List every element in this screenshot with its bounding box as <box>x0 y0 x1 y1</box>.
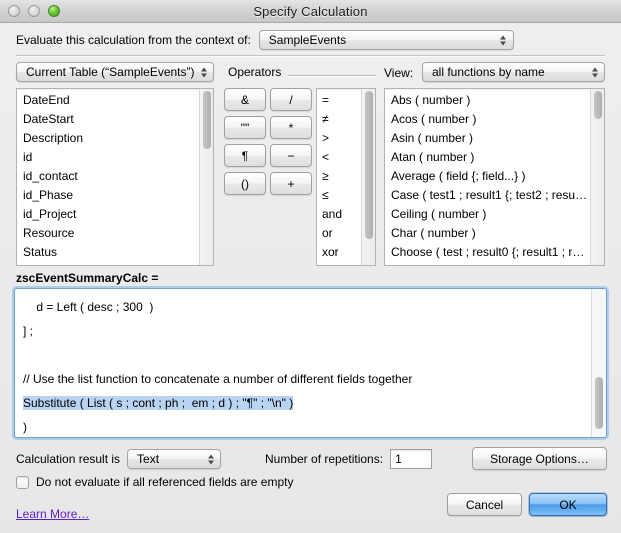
functions-list[interactable]: Abs ( number ) Acos ( number ) Asin ( numb… <box>384 88 605 266</box>
formula-editor[interactable]: d = Left ( desc ; 300 )] ; // Use the lis… <box>14 288 607 438</box>
formula-line[interactable]: // Use the list function to concatenate … <box>23 367 583 391</box>
field-list-item[interactable]: id_contact <box>17 167 213 186</box>
functions-scrollbar-thumb[interactable] <box>594 91 602 119</box>
field-list-item[interactable]: id <box>17 148 213 167</box>
context-label: Evaluate this calculation from the conte… <box>16 33 251 47</box>
calculation-result-select[interactable]: Text <box>127 449 222 469</box>
field-list-item[interactable]: id_Phase <box>17 186 213 205</box>
field-list-item[interactable]: Status <box>17 243 213 262</box>
function-list-item[interactable]: Asin ( number ) <box>385 129 604 148</box>
fields-column: Current Table (“SampleEvents”) <box>16 62 214 82</box>
formula-line[interactable]: d = Left ( desc ; 300 ) <box>23 295 583 319</box>
window-title: Specify Calculation <box>253 3 368 19</box>
learn-more-link[interactable]: Learn More… <box>16 507 89 521</box>
functions-scrollbar[interactable] <box>590 89 604 265</box>
field-list-item[interactable]: DateStart <box>17 110 213 129</box>
repetitions-row: Number of repetitions: <box>265 448 433 470</box>
specify-calculation-dialog: Specify Calculation Evaluate this calcul… <box>0 0 621 533</box>
formula-line[interactable]: ) <box>23 415 583 437</box>
formula-selected-text[interactable]: Substitute ( List ( s ; cont ; ph ; em ;… <box>23 396 294 410</box>
formula-scrollbar-thumb[interactable] <box>595 377 603 429</box>
operator-button[interactable]: * <box>270 116 312 139</box>
function-list-item[interactable]: Choose ( test ; result0 {; result1 ; r… <box>385 243 604 262</box>
operator-button[interactable]: "" <box>224 116 266 139</box>
do-not-evaluate-checkbox[interactable] <box>16 475 29 489</box>
formula-line[interactable]: ] ; <box>23 319 583 343</box>
formula-scrollbar[interactable] <box>591 289 606 437</box>
function-list-item[interactable]: Char ( number ) <box>385 224 604 243</box>
pickers-region: Current Table (“SampleEvents”) DateEnd Da… <box>0 62 621 267</box>
field-list-item[interactable]: Description <box>17 129 213 148</box>
chevron-updown-icon <box>200 66 207 79</box>
operators-rule <box>288 75 376 76</box>
title-bar: Specify Calculation <box>0 0 621 23</box>
operators-scrollbar[interactable] <box>361 89 375 265</box>
field-list-item[interactable]: Resource <box>17 224 213 243</box>
zoom-button[interactable] <box>48 5 60 17</box>
do-not-evaluate-row[interactable]: Do not evaluate if all referenced fields… <box>16 475 293 489</box>
function-list-item[interactable]: Average ( field {; field...} ) <box>385 167 604 186</box>
fields-list[interactable]: DateEnd DateStart Description id id_contact i… <box>16 88 214 266</box>
field-source-value: Current Table (“SampleEvents”) <box>26 65 195 79</box>
operators-list[interactable]: =≠><≥≤andorxornot <box>316 88 376 266</box>
close-button[interactable] <box>8 5 20 17</box>
chevron-updown-icon <box>500 34 507 47</box>
field-source-select[interactable]: Current Table (“SampleEvents”) <box>16 62 214 82</box>
function-list-item[interactable]: Case ( test1 ; result1 {; test2 ; resu… <box>385 186 604 205</box>
calculation-result-row: Calculation result is Text <box>16 448 222 470</box>
function-view-value: all functions by name <box>432 65 545 79</box>
functions-list-items: Abs ( number ) Acos ( number ) Asin ( numb… <box>385 89 604 265</box>
chevron-updown-icon <box>591 66 598 79</box>
fields-list-items: DateEnd DateStart Description id id_contact i… <box>17 89 213 265</box>
field-list-item[interactable]: id_Project <box>17 205 213 224</box>
operator-button[interactable]: / <box>270 88 312 111</box>
field-list-item[interactable]: DateEnd <box>17 91 213 110</box>
minimize-button[interactable] <box>28 5 40 17</box>
operator-button[interactable]: () <box>224 172 266 195</box>
function-view-select[interactable]: all functions by name <box>422 62 605 82</box>
function-list-item[interactable]: Acos ( number ) <box>385 110 604 129</box>
formula-label: zscEventSummaryCalc = <box>16 271 159 285</box>
repetitions-input[interactable] <box>390 449 433 469</box>
operator-button[interactable]: & <box>224 88 266 111</box>
operator-buttons: & / "" * ¶ −() + <box>224 88 312 195</box>
calculation-result-value: Text <box>137 452 160 466</box>
storage-options-button[interactable]: Storage Options… <box>472 447 607 470</box>
operators-scrollbar-thumb[interactable] <box>365 91 373 239</box>
cancel-button[interactable]: Cancel <box>447 493 522 516</box>
operators-label: Operators <box>228 65 282 79</box>
function-list-item[interactable]: Code ( text ) <box>385 262 604 265</box>
calculation-result-label: Calculation result is <box>16 452 121 466</box>
do-not-evaluate-label: Do not evaluate if all referenced fields… <box>36 475 294 489</box>
operator-button[interactable]: + <box>270 172 312 195</box>
repetitions-label: Number of repetitions: <box>265 452 384 466</box>
ok-button[interactable]: OK <box>529 493 607 516</box>
operator-button[interactable]: ¶ <box>224 144 266 167</box>
divider <box>16 55 605 56</box>
formula-line[interactable]: Substitute ( List ( s ; cont ; ph ; em ;… <box>23 391 583 415</box>
operator-button[interactable]: − <box>270 144 312 167</box>
fields-scrollbar-thumb[interactable] <box>203 91 211 149</box>
formula-line[interactable] <box>23 343 583 367</box>
context-table-value: SampleEvents <box>268 33 347 47</box>
fields-scrollbar[interactable] <box>199 89 213 265</box>
view-label: View: <box>384 66 414 80</box>
context-table-select[interactable]: SampleEvents <box>258 30 514 50</box>
formula-text[interactable]: d = Left ( desc ; 300 )] ; // Use the lis… <box>15 289 591 437</box>
context-row: Evaluate this calculation from the conte… <box>0 28 621 52</box>
function-list-item[interactable]: Atan ( number ) <box>385 148 604 167</box>
chevron-updown-icon <box>207 453 214 466</box>
window-controls <box>8 5 60 17</box>
function-list-item[interactable]: Abs ( number ) <box>385 91 604 110</box>
field-list-item[interactable]: Summary <box>17 262 213 265</box>
function-list-item[interactable]: Ceiling ( number ) <box>385 205 604 224</box>
